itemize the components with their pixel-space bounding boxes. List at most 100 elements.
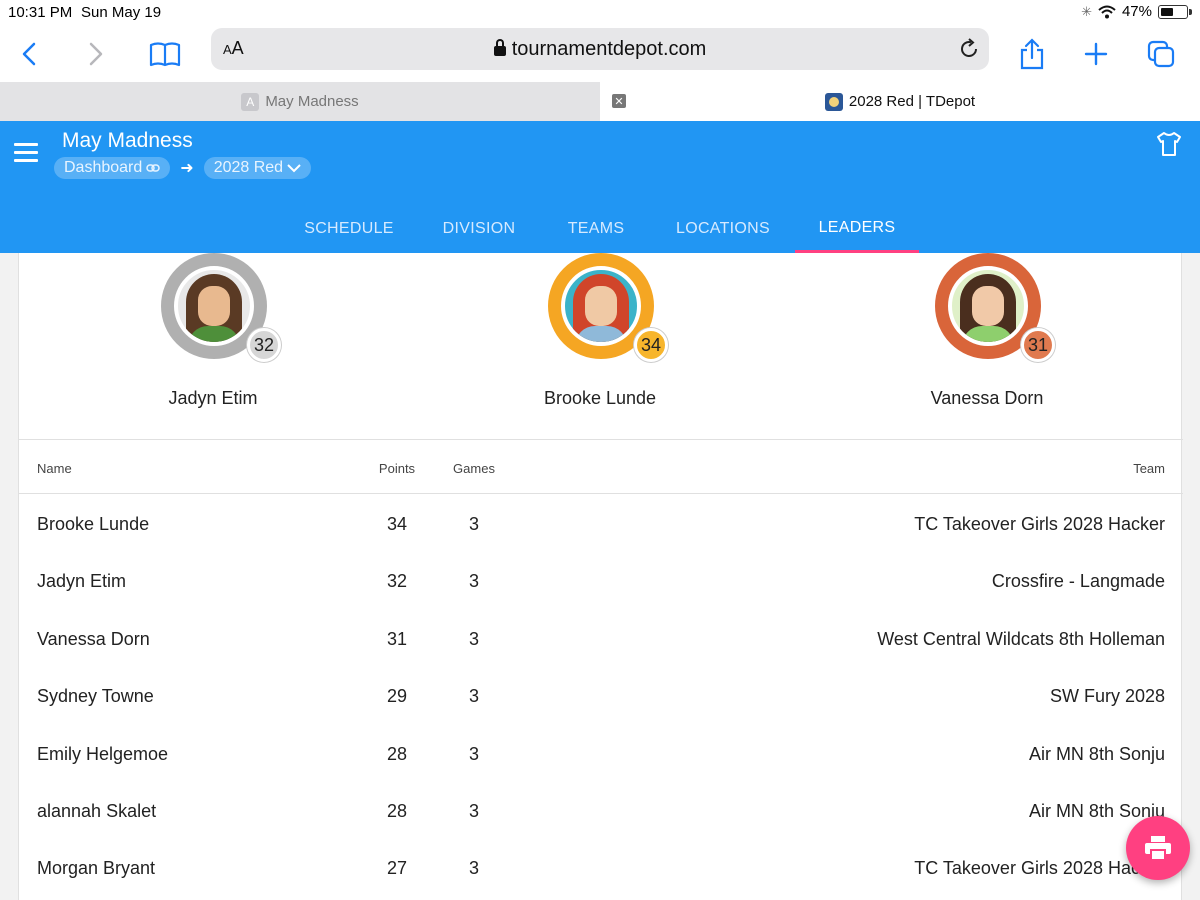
player-games: 3: [468, 571, 479, 592]
reload-button[interactable]: [959, 38, 979, 65]
reload-icon: [961, 38, 977, 57]
chevron-down-icon: [287, 164, 301, 173]
browser-tab-strip: A May Madness ✕ 2028 Red | TDepot: [0, 82, 1200, 121]
share-icon: [1020, 38, 1044, 70]
player-points: 32: [386, 571, 408, 592]
breadcrumb-dashboard[interactable]: Dashboard: [54, 157, 171, 179]
table-header: Name Points Games Team: [19, 441, 1183, 494]
tab-label: May Madness: [265, 93, 359, 110]
tdepot-favicon-icon: [824, 92, 843, 111]
player-points: 29: [386, 686, 408, 707]
points-badge: 31: [1021, 328, 1055, 362]
player-points: 27: [386, 858, 408, 879]
tab-label: 2028 Red | TDepot: [848, 93, 976, 110]
player-points: 28: [386, 743, 408, 764]
player-name: Vanessa Dorn: [37, 628, 150, 649]
plus-icon: [1084, 42, 1108, 66]
address-bar[interactable]: AA tournamentdepot.com: [211, 28, 989, 70]
leaders-podium: 32 Jadyn Etim 34 Brooke Lunde 31 Vanessa…: [19, 253, 1183, 440]
battery-icon: [1158, 4, 1192, 19]
arrow-right-icon: ➜: [180, 160, 194, 177]
app-header: May Madness Dashboard ➜ 2028 Red SCHEDUL…: [0, 121, 1200, 253]
player-games: 3: [468, 743, 479, 764]
tab-schedule[interactable]: SCHEDULE: [290, 205, 408, 253]
back-button[interactable]: [10, 34, 50, 74]
tab-leaders[interactable]: LEADERS: [795, 205, 919, 253]
table-row[interactable]: Vanessa Dorn 31 3 West Central Wildcats 8th…: [19, 609, 1183, 666]
breadcrumb-dashboard-label: Dashboard: [64, 159, 143, 176]
forward-button[interactable]: [75, 34, 115, 74]
print-icon: [1145, 836, 1171, 861]
chevron-left-icon: [22, 42, 36, 66]
division-select[interactable]: 2028 Red: [203, 157, 312, 179]
player-team: SW Fury 2028: [1049, 686, 1165, 707]
player-games: 3: [468, 686, 479, 707]
leader-name: Vanessa Dorn: [930, 388, 1044, 408]
leader-name: Jadyn Etim: [168, 388, 258, 408]
player-name: Sydney Towne: [37, 686, 154, 707]
player-team: TC Takeover Girls 2028 Hacker: [914, 514, 1165, 534]
status-time: 10:31 PM: [8, 4, 73, 21]
url-text: tournamentdepot.com: [211, 38, 989, 61]
bookmarks-button[interactable]: [145, 34, 185, 74]
leader-name: Brooke Lunde: [543, 388, 657, 408]
player-name: Morgan Bryant: [37, 858, 156, 879]
lock-icon: [493, 39, 506, 56]
player-team: Air MN 8th Sonju: [1028, 743, 1165, 764]
breadcrumb: Dashboard ➜ 2028 Red: [54, 157, 312, 179]
player-games: 3: [468, 858, 479, 879]
column-header-name[interactable]: Name: [37, 461, 72, 476]
tab-division[interactable]: DIVISION: [428, 205, 530, 253]
link-icon: [146, 164, 161, 172]
column-header-games[interactable]: Games: [449, 461, 499, 476]
table-row[interactable]: Brooke Lunde 34 3 TC Takeover Girls 2028 Ha…: [19, 494, 1183, 551]
status-date: Sun May 19: [81, 4, 162, 21]
close-tab-icon[interactable]: ✕: [612, 94, 626, 108]
table-row[interactable]: Morgan Bryant 27 3 TC Takeover Girls 2028 H…: [19, 838, 1183, 895]
activity-icon: ✳: [1081, 3, 1092, 19]
print-button[interactable]: [1126, 816, 1190, 880]
table-row[interactable]: Emily Helgemoe 28 3 Air MN 8th Sonju: [19, 724, 1183, 781]
section-tabs: SCHEDULE DIVISION TEAMS LOCATIONS LEADER…: [0, 205, 1200, 253]
column-header-team[interactable]: Team: [1133, 461, 1165, 476]
tabs-overview-button[interactable]: [1141, 34, 1181, 74]
player-points: 34: [386, 514, 408, 534]
battery-percent: 47%: [1121, 3, 1152, 20]
division-select-label: 2028 Red: [213, 159, 284, 176]
menu-button[interactable]: [14, 143, 38, 163]
leaders-table: Name Points Games Team Brooke Lunde 34 3 TC…: [19, 441, 1183, 896]
tab-locations[interactable]: LOCATIONS: [662, 205, 784, 253]
column-header-points[interactable]: Points: [369, 461, 425, 476]
player-games: 3: [468, 628, 479, 649]
player-points: 31: [386, 628, 408, 649]
player-team: West Central Wildcats 8th Holleman: [877, 628, 1165, 649]
player-team: TC Takeover Girls 2028 Hacker: [914, 858, 1165, 879]
tab-teams[interactable]: TEAMS: [551, 205, 641, 253]
favicon-icon: A: [241, 92, 260, 111]
book-icon: [149, 42, 181, 67]
shirt-icon: [1157, 132, 1181, 156]
jersey-button[interactable]: [1156, 131, 1182, 162]
player-name: Brooke Lunde: [37, 514, 150, 534]
player-name: alannah Skalet: [37, 800, 157, 821]
chevron-right-icon: [89, 42, 103, 66]
table-row[interactable]: alannah Skalet 28 3 Air MN 8th Sonju: [19, 781, 1183, 838]
tabs-icon: [1147, 40, 1175, 68]
status-right: ✳ 47%: [1081, 3, 1192, 20]
player-name: Jadyn Etim: [37, 571, 127, 592]
page-title: May Madness: [62, 129, 193, 152]
new-tab-button[interactable]: [1076, 34, 1116, 74]
table-row[interactable]: Jadyn Etim 32 3 Crossfire - Langmade: [19, 551, 1183, 608]
browser-tab-may-madness[interactable]: A May Madness: [0, 82, 600, 121]
status-bar: 10:31 PM Sun May 19 ✳ 47%: [0, 0, 1200, 24]
player-games: 3: [468, 800, 479, 821]
player-team: Crossfire - Langmade: [991, 571, 1165, 592]
table-body: Brooke Lunde 34 3 TC Takeover Girls 2028 Ha…: [19, 494, 1183, 896]
player-points: 28: [386, 800, 408, 821]
wifi-icon: [1098, 5, 1116, 18]
browser-tab-2028-red[interactable]: ✕ 2028 Red | TDepot: [600, 82, 1200, 121]
share-button[interactable]: [1012, 34, 1052, 74]
table-row[interactable]: Sydney Towne 29 3 SW Fury 2028: [19, 666, 1183, 723]
points-badge: 32: [247, 328, 281, 362]
browser-toolbar: AA tournamentdepot.com: [0, 24, 1200, 82]
